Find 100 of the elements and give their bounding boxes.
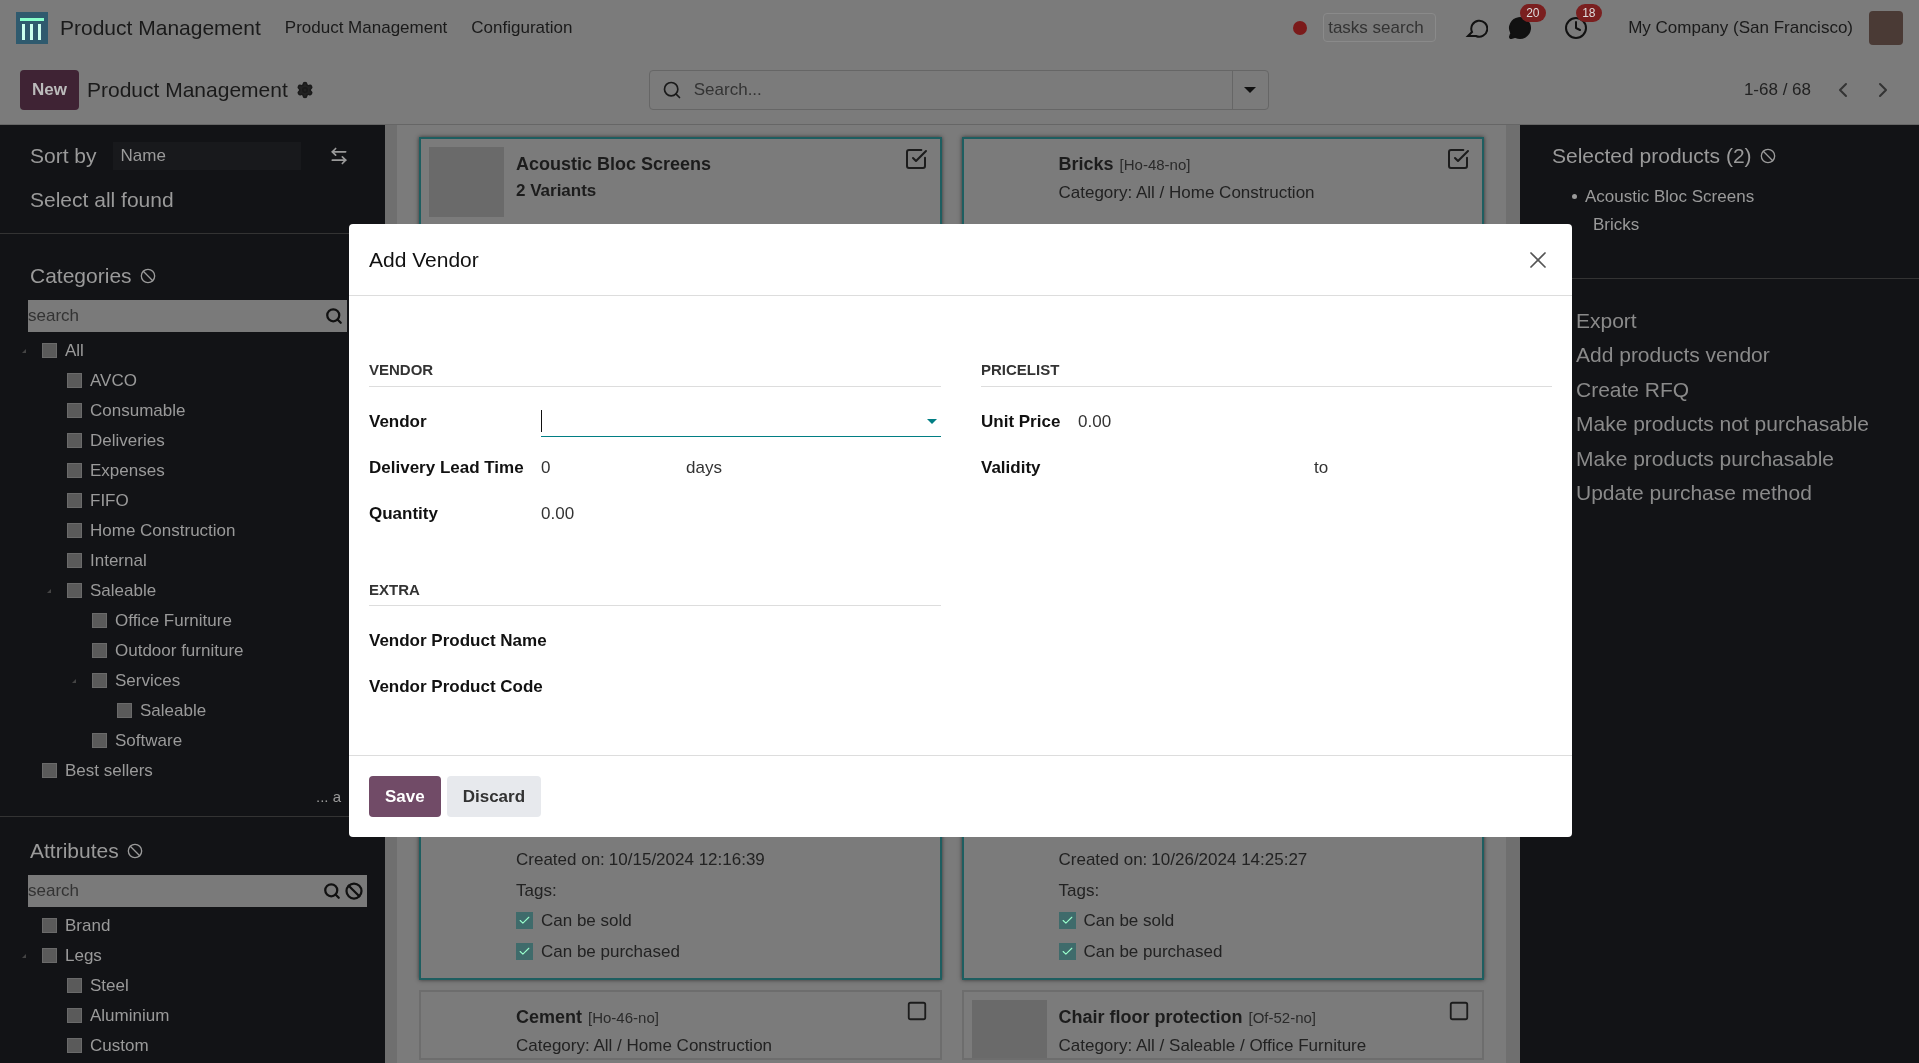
product-card[interactable]: Cement [Ho-46-no] Category: All / Home Construction <box>419 990 942 1060</box>
tree-item-label[interactable]: Deliveries <box>90 427 165 454</box>
clock-icon[interactable] <box>1564 15 1589 40</box>
tag-label: Can be sold <box>541 910 632 932</box>
checkbox[interactable] <box>67 553 82 568</box>
field-label: Vendor <box>369 410 428 433</box>
new-button[interactable]: New <box>20 69 79 110</box>
field-label: Validity <box>981 456 1042 479</box>
product-code: [Of-52-no] <box>1248 1008 1317 1028</box>
sort-select[interactable]: Name <box>112 141 301 170</box>
checkbox[interactable] <box>92 733 107 748</box>
discard-button[interactable]: Discard <box>446 776 542 817</box>
tree-item-label[interactable]: Saleable <box>140 697 207 724</box>
created-label: Created on: <box>516 849 605 871</box>
checkbox[interactable] <box>42 948 57 963</box>
notification-badge: 18 <box>1576 3 1602 22</box>
menu-item[interactable]: Product Management <box>284 14 448 41</box>
checkbox[interactable] <box>67 433 82 448</box>
section-title: VENDOR <box>369 359 941 387</box>
product-code: [Ho-48-no] <box>1119 155 1191 175</box>
checkbox[interactable] <box>92 613 107 628</box>
field-label: Quantity <box>369 502 439 525</box>
checkbox[interactable] <box>92 643 107 658</box>
clear-icon[interactable] <box>139 267 156 284</box>
checkbox[interactable] <box>67 463 82 478</box>
clear-icon[interactable] <box>1759 147 1776 164</box>
tree-item-label[interactable]: Internal <box>90 547 147 574</box>
tree-item-label[interactable]: FIFO <box>90 487 129 514</box>
selection-checkbox[interactable] <box>1446 147 1470 171</box>
checkbox[interactable] <box>117 703 132 718</box>
checkbox[interactable] <box>42 763 57 778</box>
avatar-placeholder[interactable] <box>1869 10 1903 45</box>
app-title[interactable]: Product Management <box>60 11 261 44</box>
page-title: Product Management <box>86 76 288 103</box>
checkbox[interactable] <box>1058 912 1076 930</box>
tree-item-label[interactable]: Best sellers <box>65 757 153 784</box>
company-name[interactable]: My Company (San Francisco) <box>1628 14 1853 41</box>
product-name: Acoustic Bloc Screens <box>516 153 712 176</box>
selection-checkbox[interactable] <box>903 147 928 171</box>
checkbox[interactable] <box>67 523 82 538</box>
variant-count: 2 Variants <box>516 180 598 202</box>
product-card[interactable]: Chair floor protection [Of-52-no] Category: All / Saleable / Office Furniture <box>961 990 1484 1060</box>
tree-item-label[interactable]: Custom <box>90 1032 149 1059</box>
tree-item-label[interactable]: Home Construction <box>90 517 236 544</box>
menu-item[interactable]: Configuration <box>471 14 573 41</box>
selection-checkbox[interactable] <box>905 1000 928 1022</box>
caret-icon[interactable] <box>47 588 51 593</box>
checkbox[interactable] <box>67 583 82 598</box>
action-link[interactable]: Create RFQ <box>1576 373 1919 405</box>
checkbox[interactable] <box>1058 942 1076 960</box>
tree-item-label[interactable]: Software <box>115 727 183 754</box>
clear-icon[interactable] <box>345 881 363 900</box>
number-field[interactable]: 0.00 <box>1078 408 1223 435</box>
tree-item-label[interactable]: AVCO <box>90 367 137 394</box>
tree-item-label[interactable]: Steel <box>90 972 129 999</box>
checkbox[interactable] <box>516 912 533 930</box>
save-button[interactable]: Save <box>369 776 441 817</box>
tree-item-label[interactable]: Outdoor furniture <box>115 637 244 664</box>
selected-product: Acoustic Bloc Screens <box>1585 185 1755 208</box>
action-link[interactable]: Export <box>1576 304 1919 336</box>
checkbox[interactable] <box>42 343 57 358</box>
search-icon <box>323 881 341 900</box>
clear-icon[interactable] <box>126 842 143 859</box>
caret-icon[interactable] <box>22 953 26 958</box>
tree-item-label[interactable]: Legs <box>65 942 102 969</box>
checkbox[interactable] <box>67 403 82 418</box>
app-logo-icon[interactable] <box>16 11 48 44</box>
checkbox[interactable] <box>67 978 82 993</box>
tree-item-label[interactable]: Aluminium <box>90 1002 170 1029</box>
caret-icon[interactable] <box>22 348 26 353</box>
more-link[interactable]: ... a <box>316 785 341 808</box>
tree-item-label[interactable]: Brand <box>65 912 111 939</box>
action-link[interactable]: Make products purchasable <box>1576 442 1919 474</box>
checkbox[interactable] <box>92 673 107 688</box>
product-code: [Ho-46-no] <box>588 1008 659 1028</box>
checkbox[interactable] <box>67 1038 82 1053</box>
tree-item-label[interactable]: Office Furniture <box>115 607 232 634</box>
settings-icon[interactable] <box>295 80 314 99</box>
checkbox[interactable] <box>42 918 57 933</box>
number-field[interactable]: 0 <box>541 454 686 481</box>
checkbox[interactable] <box>67 1008 82 1023</box>
chat-icon[interactable] <box>1508 15 1533 40</box>
select-all-link[interactable]: Select all found <box>30 183 355 215</box>
caret-icon[interactable] <box>72 678 76 683</box>
tree-item-label[interactable]: All <box>65 337 84 364</box>
number-field[interactable]: 0.00 <box>541 500 686 527</box>
selection-checkbox[interactable] <box>1448 1000 1470 1022</box>
sort-label: Sort by <box>30 143 97 169</box>
checkbox[interactable] <box>67 373 82 388</box>
checkbox[interactable] <box>516 942 533 960</box>
tree-item-label[interactable]: Saleable <box>90 577 157 604</box>
checkbox[interactable] <box>67 493 82 508</box>
tree-item-label[interactable]: Consumable <box>90 397 186 424</box>
action-link[interactable]: Update purchase method <box>1576 477 1919 509</box>
tree-item-label[interactable]: Services <box>115 667 181 694</box>
tree-item-label[interactable]: Expenses <box>90 457 165 484</box>
field-label: Delivery Lead Time <box>369 456 525 479</box>
action-link[interactable]: Make products not purchasable <box>1576 408 1919 440</box>
action-link[interactable]: Add products vendor <box>1576 339 1919 371</box>
selected-product: Bricks <box>1593 214 1640 236</box>
